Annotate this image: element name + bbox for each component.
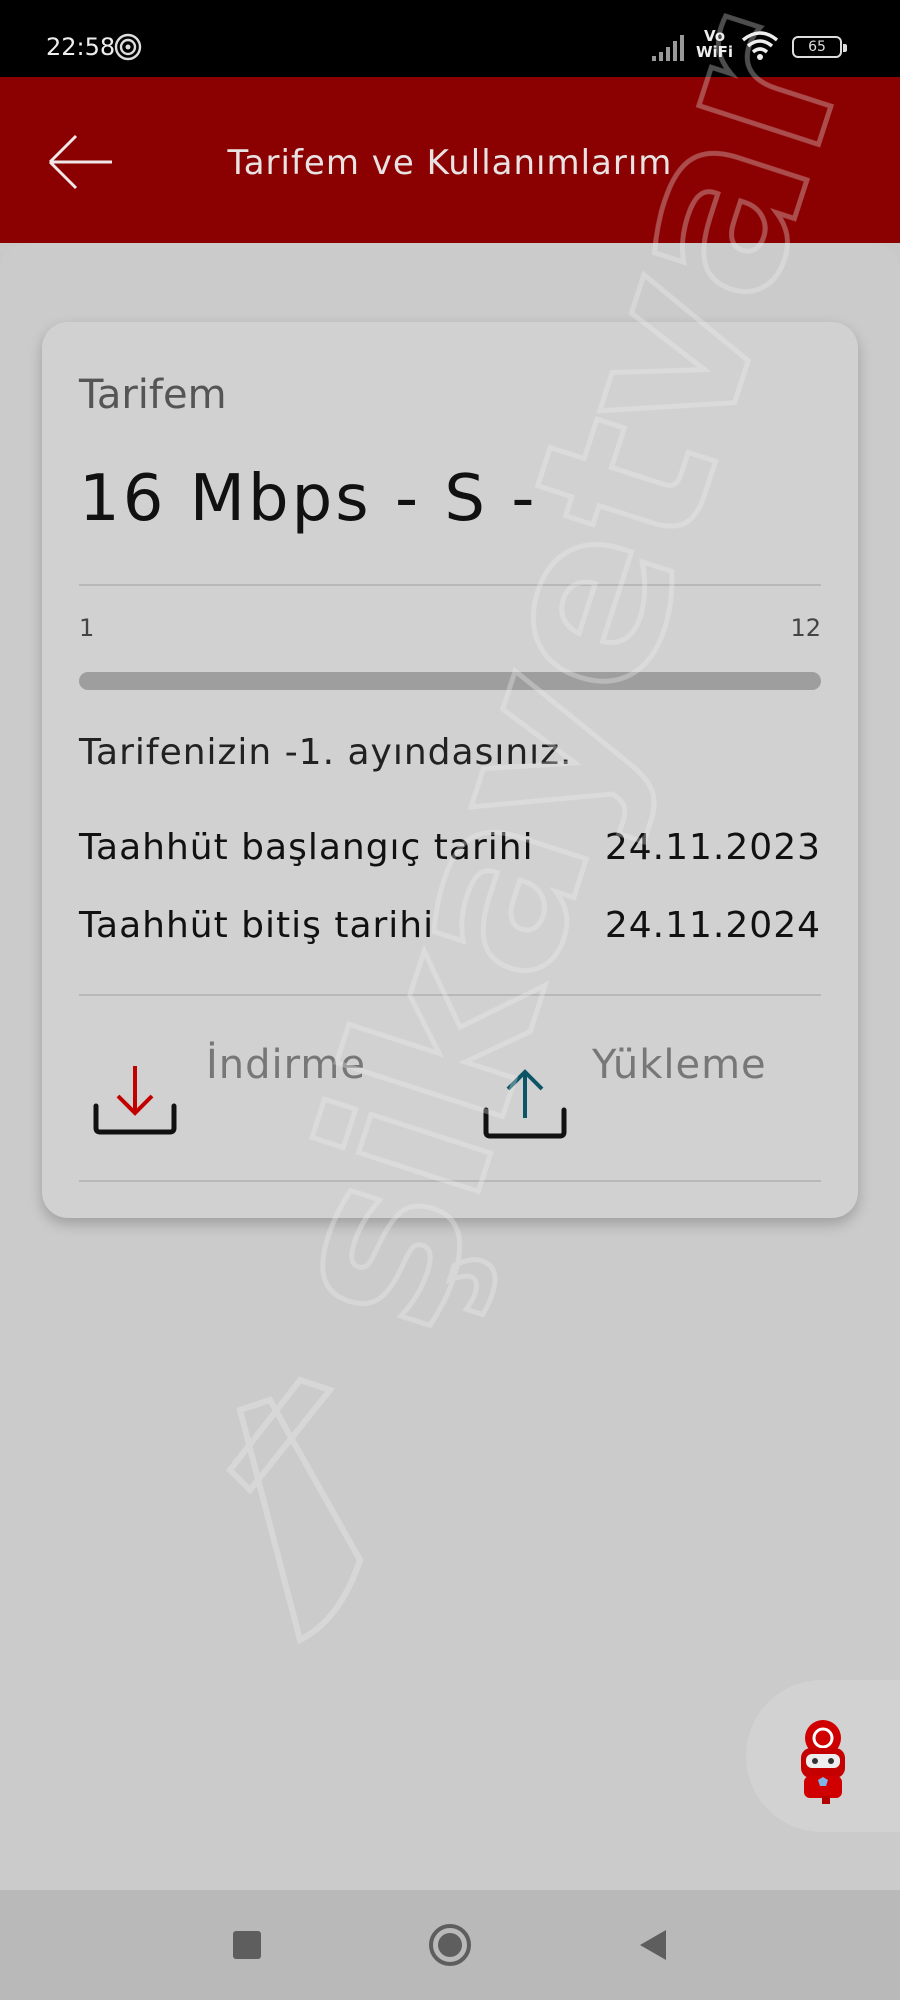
download-icon [93,1066,177,1135]
home-icon[interactable] [425,1920,475,1970]
wifi-icon [741,31,779,60]
system-nav-bar [0,1890,900,2000]
app-header: Tarifem ve Kullanımlarım [0,77,900,243]
divider [79,584,821,586]
tariff-label: Tarifem [79,372,227,418]
status-time: 22:58 [46,33,116,61]
recents-icon[interactable] [222,1920,272,1970]
divider [79,994,821,996]
battery-icon: 65 [792,36,847,58]
signal-icon [652,35,684,61]
page-title: Tarifem ve Kullanımlarım [227,143,673,183]
vowifi-indicator: Vo WiFi [696,28,733,60]
download-label: İndirme [206,1042,366,1088]
month-start-label: 1 [79,614,95,642]
commitment-end-date: 24.11.2024 [604,905,821,946]
status-bar: 22:58 Vo WiFi 65 [0,0,900,77]
upload-button[interactable]: Yükleme [480,1042,820,1162]
upload-label: Yükleme [592,1042,767,1088]
back-triangle-icon[interactable] [628,1920,678,1970]
commitment-end-label: Taahhüt bitiş tarihi [79,905,435,946]
tariff-name: 16 Mbps - S - [79,462,538,536]
vowifi-bottom: WiFi [696,43,734,61]
tariff-card: Tarifem 16 Mbps - S - 1 12 Tarifenizin -… [42,322,858,1218]
commitment-start-label: Taahhüt başlangıç tarihi [79,827,534,868]
month-info-text: Tarifenizin -1. ayındasınız. [79,732,573,773]
hotspot-icon [114,33,142,61]
divider [79,1180,821,1182]
upload-icon [483,1069,567,1139]
download-button[interactable]: İndirme [90,1042,420,1162]
commitment-start-date: 24.11.2023 [604,827,821,868]
vodafone-assistant-icon [801,1720,845,1804]
assistant-bubble[interactable] [746,1680,900,1832]
commitment-progress-bar [79,672,821,690]
vowifi-top: Vo [703,27,726,45]
month-end-label: 12 [790,614,821,642]
